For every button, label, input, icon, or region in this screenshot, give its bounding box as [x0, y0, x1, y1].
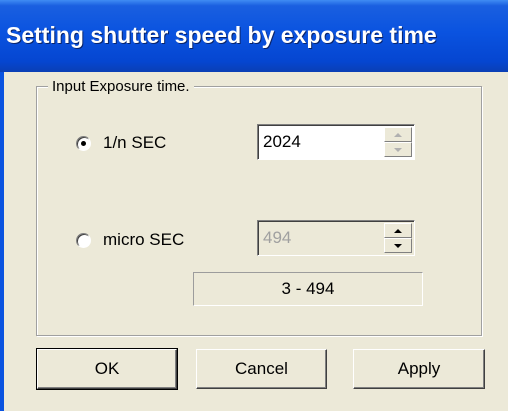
microseconds-spinner[interactable] — [257, 220, 415, 256]
ok-button[interactable]: OK — [36, 348, 178, 390]
window-frame-left — [0, 72, 4, 411]
microseconds-spin-buttons — [384, 223, 412, 253]
valid-range-label: 3 - 494 — [193, 272, 423, 306]
cancel-button[interactable]: Cancel — [196, 349, 327, 389]
radio-micro-sec-label: micro SEC — [103, 230, 185, 249]
spin-down-icon[interactable] — [384, 142, 412, 157]
apply-button[interactable]: Apply — [353, 349, 485, 389]
radio-1-n-sec-label: 1/n SEC — [103, 133, 167, 152]
radio-micro-sec[interactable]: micro SEC — [76, 230, 184, 250]
radio-micro-sec-button[interactable] — [76, 232, 91, 248]
title-bar[interactable]: Setting shutter speed by exposure time — [0, 0, 508, 72]
radio-1-n-sec[interactable]: 1/n SEC — [76, 133, 166, 153]
group-legend: Input Exposure time. — [48, 78, 194, 95]
fraction-seconds-input[interactable] — [260, 127, 384, 157]
spin-down-icon[interactable] — [384, 238, 412, 253]
window-title: Setting shutter speed by exposure time — [6, 22, 437, 48]
microseconds-input[interactable] — [260, 223, 384, 253]
radio-1-n-sec-button[interactable] — [76, 135, 91, 151]
fraction-seconds-spin-buttons — [384, 127, 412, 157]
fraction-seconds-spinner[interactable] — [257, 124, 415, 160]
spin-up-icon[interactable] — [384, 127, 412, 142]
spin-up-icon[interactable] — [384, 223, 412, 238]
